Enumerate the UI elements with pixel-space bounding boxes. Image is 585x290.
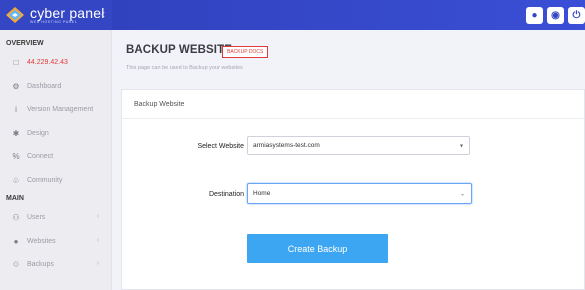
backup-icon: ♲ xyxy=(12,260,20,270)
backup-website-card: Backup Website Select Website armiasyste… xyxy=(121,89,585,290)
brand-tagline: WEB HOSTING PANEL xyxy=(30,19,78,24)
sidebar-item-label: Version Management xyxy=(27,106,94,114)
brand-name: cyber panel xyxy=(30,4,105,21)
brand-logo[interactable]: cyber panel WEB HOSTING PANEL xyxy=(0,0,112,30)
chevron-right-icon: › xyxy=(96,260,99,267)
sidebar-item-users[interactable]: ⚇ Users › xyxy=(0,206,111,230)
sidebar-item-dashboard[interactable]: ⚙ Dashboard xyxy=(0,75,111,99)
select-website-dropdown[interactable]: armiasystems-test.com ▾ xyxy=(247,136,470,155)
chat-icon[interactable]: ● xyxy=(526,7,543,24)
community-icon: ♧ xyxy=(12,175,20,185)
chevron-right-icon: › xyxy=(96,213,99,220)
chevron-down-icon: ⌄ xyxy=(459,191,465,197)
destination-value: Home xyxy=(253,190,271,197)
sidebar-item-label: Community xyxy=(27,176,63,184)
sidebar-item-backups[interactable]: ♲ Backups › xyxy=(0,253,111,277)
sidebar-item-version-management[interactable]: i Version Management xyxy=(0,98,111,122)
top-bar: cyber panel WEB HOSTING PANEL ‹ ● ◉ ⏻ xyxy=(0,0,585,30)
sidebar-item-server-ip[interactable]: □ 44.229.42.43 xyxy=(0,51,111,75)
sidebar-item-label: Websites xyxy=(27,237,56,245)
dashboard-icon: ⚙ xyxy=(12,81,20,91)
connect-icon: % xyxy=(12,152,20,162)
sidebar-item-label: Design xyxy=(27,129,49,137)
sidebar-item-label: Dashboard xyxy=(27,82,62,90)
monitor-icon: □ xyxy=(13,58,19,68)
sidebar: OVERVIEW □ 44.229.42.43 ⚙ Dashboard i Ve… xyxy=(0,30,112,290)
globe-icon: ● xyxy=(13,236,19,246)
design-icon: ✱ xyxy=(12,128,20,138)
destination-dropdown[interactable]: Home ⌄ xyxy=(247,183,472,204)
backup-docs-link[interactable]: BACKUP DOCS xyxy=(222,46,269,58)
sidebar-collapse-icon[interactable]: ‹ xyxy=(101,7,105,21)
power-icon[interactable]: ⏻ xyxy=(568,7,585,24)
sidebar-item-label: Backups xyxy=(27,261,54,269)
info-icon: i xyxy=(15,105,17,115)
dropdown-caret-icon: ▾ xyxy=(459,143,463,149)
sidebar-section-main: MAIN xyxy=(6,195,24,202)
destination-label: Destination xyxy=(208,191,244,198)
sidebar-item-design[interactable]: ✱ Design xyxy=(0,122,111,146)
chevron-right-icon: › xyxy=(96,236,99,244)
headset-icon[interactable]: ◉ xyxy=(547,7,564,24)
sidebar-item-connect[interactable]: % Connect xyxy=(0,145,111,169)
sidebar-item-label: Connect xyxy=(27,153,54,161)
page-subtitle: This page can be used to Backup your web… xyxy=(126,65,243,71)
users-icon: ⚇ xyxy=(12,213,20,223)
select-website-label: Select Website xyxy=(197,143,244,150)
sidebar-item-community[interactable]: ♧ Community xyxy=(0,169,111,193)
sidebar-section-overview: OVERVIEW xyxy=(6,40,44,47)
header-actions: ● ◉ ⏻ xyxy=(526,7,585,24)
sidebar-item-label: Users xyxy=(27,214,46,222)
sidebar-item-label: 44.229.42.43 xyxy=(27,59,68,67)
create-backup-button[interactable]: Create Backup xyxy=(247,234,388,263)
sidebar-item-websites[interactable]: ● Websites › xyxy=(0,230,111,254)
main-content: BACKUP WEBSITE - BACKUP DOCS This page c… xyxy=(112,30,585,290)
select-website-value: armiasystems-test.com xyxy=(253,142,320,149)
cyberpanel-logo-icon xyxy=(6,7,24,23)
card-title: Backup Website xyxy=(122,90,584,119)
